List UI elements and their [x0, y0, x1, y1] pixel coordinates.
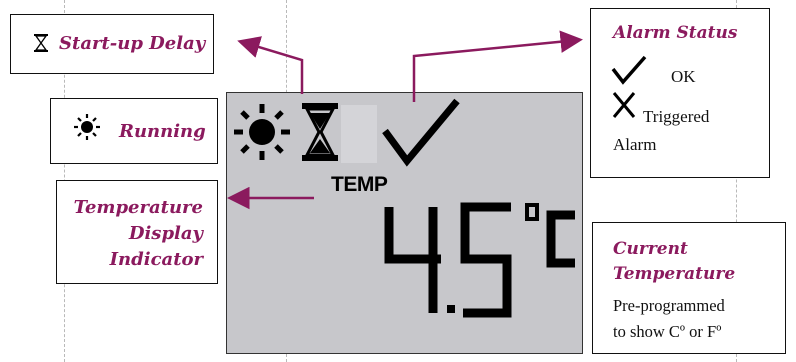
running-callout: Running — [50, 98, 218, 164]
arrow-alarm — [412, 30, 583, 102]
temp-indicator-callout: Temperature Display Indicator — [56, 180, 218, 284]
current-temp-callout: Current Temperature Pre-programmed to sh… — [592, 222, 786, 354]
triggered-label: Triggered — [643, 107, 710, 126]
cross-icon — [612, 92, 636, 118]
alarm-label: Alarm — [613, 135, 657, 154]
startup-delay-label: Start-up Delay — [59, 33, 206, 54]
arrow-startup — [237, 36, 304, 94]
alarm-status-title: Alarm Status — [613, 23, 738, 43]
current-temp-title: Current Temperature — [613, 239, 736, 284]
preprogrammed-note: Pre-programmed to show Cº or Fº — [613, 296, 725, 341]
ok-label: OK — [671, 67, 696, 86]
sun-icon — [74, 114, 100, 140]
startup-delay-callout: Start-up Delay — [10, 14, 214, 74]
hourglass-icon — [34, 34, 48, 52]
temp-indicator-label: Temperature Display Indicator — [73, 197, 203, 270]
alarm-status-callout: Alarm Status OK Triggered Alarm — [590, 8, 770, 178]
running-label: Running — [119, 121, 206, 142]
checkmark-icon — [611, 55, 647, 85]
